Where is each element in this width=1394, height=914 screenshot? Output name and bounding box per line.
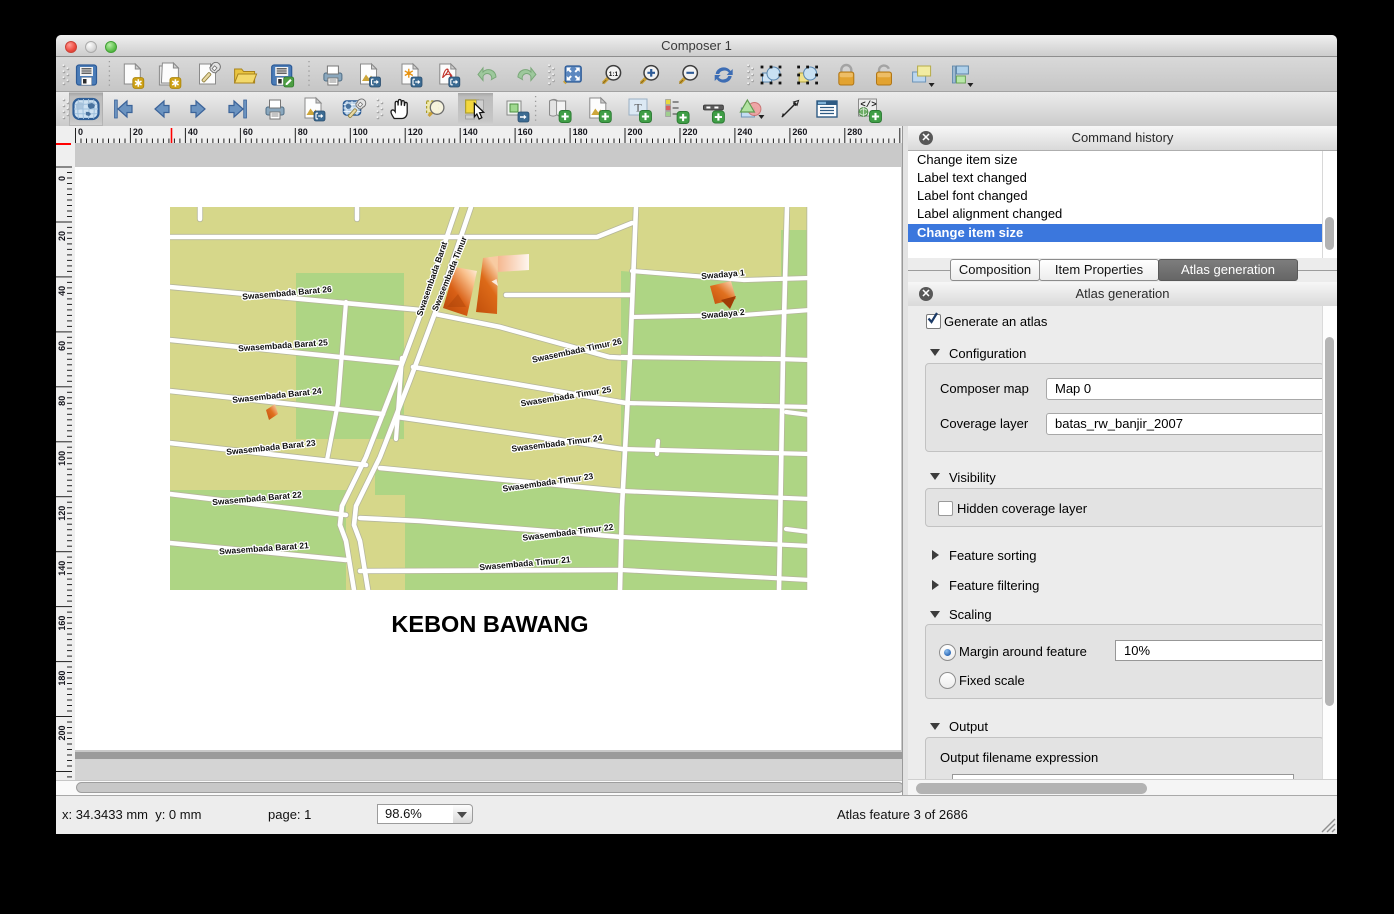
svg-text:0: 0: [57, 176, 67, 181]
svg-text:100: 100: [353, 127, 368, 137]
svg-text:1:1: 1:1: [609, 71, 619, 78]
svg-text:60: 60: [57, 341, 67, 351]
svg-text:280: 280: [847, 127, 862, 137]
svg-text:60: 60: [243, 127, 253, 137]
svg-text:240: 240: [737, 127, 752, 137]
svg-text:260: 260: [792, 127, 807, 137]
svg-text:160: 160: [57, 616, 67, 631]
svg-text:140: 140: [463, 127, 478, 137]
svg-text:200: 200: [57, 726, 67, 741]
svg-text:120: 120: [57, 506, 67, 521]
svg-text:140: 140: [57, 561, 67, 576]
svg-text:200: 200: [628, 127, 643, 137]
svg-text:160: 160: [518, 127, 533, 137]
svg-text:40: 40: [188, 127, 198, 137]
svg-text:220: 220: [683, 127, 698, 137]
svg-text:180: 180: [573, 127, 588, 137]
svg-text:20: 20: [57, 231, 67, 241]
svg-text:80: 80: [57, 396, 67, 406]
svg-text:120: 120: [408, 127, 423, 137]
svg-text:100: 100: [57, 451, 67, 466]
svg-text:0: 0: [78, 127, 83, 137]
svg-text:80: 80: [298, 127, 308, 137]
svg-text:40: 40: [57, 286, 67, 296]
svg-text:180: 180: [57, 671, 67, 686]
svg-text:20: 20: [133, 127, 143, 137]
